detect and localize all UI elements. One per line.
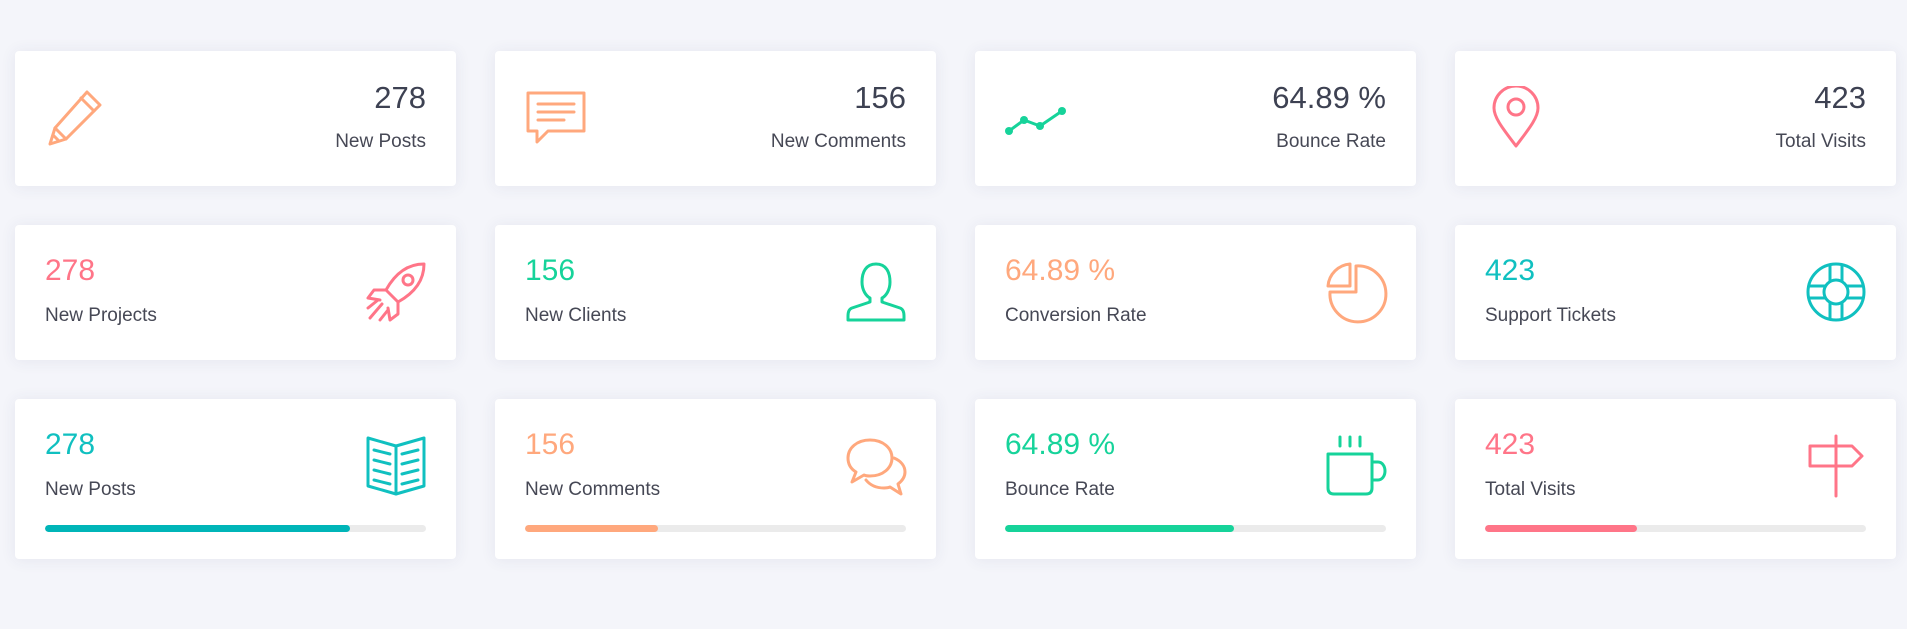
stat-label: New Clients bbox=[525, 305, 627, 326]
stat-label: New Posts bbox=[335, 131, 426, 152]
progress-bar bbox=[525, 525, 906, 532]
progress-bar bbox=[1485, 525, 1866, 532]
stat-label: Conversion Rate bbox=[1005, 305, 1147, 326]
stat-label: Bounce Rate bbox=[1005, 479, 1115, 500]
stat-value: 156 bbox=[525, 254, 576, 287]
stat-value: 64.89 % bbox=[1005, 254, 1116, 287]
stat-card-bounce-rate: 64.89 % Bounce Rate bbox=[975, 51, 1416, 186]
stat-card-new-posts: 278 New Posts bbox=[15, 51, 456, 186]
stat-label: Total Visits bbox=[1775, 131, 1866, 152]
stat-value: 423 bbox=[1485, 254, 1536, 287]
stat-value: 423 bbox=[1814, 80, 1866, 115]
cup-icon bbox=[1324, 434, 1388, 498]
progress-fill bbox=[45, 525, 350, 532]
map-pin-icon bbox=[1484, 86, 1548, 150]
graph-icon bbox=[1004, 86, 1068, 150]
pie-chart-icon bbox=[1324, 260, 1388, 324]
stat-label: Support Tickets bbox=[1485, 305, 1616, 326]
stat-card-new-clients: 156 New Clients bbox=[495, 225, 936, 360]
signpost-icon bbox=[1804, 434, 1868, 498]
stat-value: 156 bbox=[525, 428, 576, 461]
stat-card-new-comments-progress: 156 New Comments bbox=[495, 399, 936, 559]
stat-card-total-visits-progress: 423 Total Visits bbox=[1455, 399, 1896, 559]
progress-fill bbox=[1485, 525, 1638, 532]
stat-value: 278 bbox=[45, 428, 96, 461]
progress-fill bbox=[525, 525, 659, 532]
stat-card-new-projects: 278 New Projects bbox=[15, 225, 456, 360]
speech-bubble-icon bbox=[524, 86, 588, 150]
stat-label: New Projects bbox=[45, 305, 157, 326]
stat-value: 278 bbox=[45, 254, 96, 287]
stat-card-total-visits: 423 Total Visits bbox=[1455, 51, 1896, 186]
stats-grid: 278 New Posts 156 New Comments 64.89 % B… bbox=[15, 51, 1896, 559]
user-icon bbox=[844, 260, 908, 324]
stat-value: 64.89 % bbox=[1005, 428, 1116, 461]
stat-card-conversion-rate: 64.89 % Conversion Rate bbox=[975, 225, 1416, 360]
life-buoy-icon bbox=[1804, 260, 1868, 324]
stat-value: 64.89 % bbox=[1272, 80, 1386, 115]
chat-bubbles-icon bbox=[844, 434, 908, 498]
pencil-icon bbox=[44, 86, 108, 150]
stat-card-new-comments: 156 New Comments bbox=[495, 51, 936, 186]
rocket-icon bbox=[364, 260, 428, 324]
stat-card-support-tickets: 423 Support Tickets bbox=[1455, 225, 1896, 360]
stat-value: 156 bbox=[854, 80, 906, 115]
stat-label: Bounce Rate bbox=[1276, 131, 1386, 152]
progress-bar bbox=[1005, 525, 1386, 532]
stat-label: Total Visits bbox=[1485, 479, 1576, 500]
stat-label: New Posts bbox=[45, 479, 136, 500]
stat-label: New Comments bbox=[770, 131, 906, 152]
stat-value: 423 bbox=[1485, 428, 1536, 461]
progress-bar bbox=[45, 525, 426, 532]
stat-card-new-posts-progress: 278 New Posts bbox=[15, 399, 456, 559]
stat-label: New Comments bbox=[525, 479, 661, 500]
progress-fill bbox=[1005, 525, 1234, 532]
book-icon bbox=[364, 434, 428, 498]
stat-value: 278 bbox=[374, 80, 426, 115]
stat-card-bounce-rate-progress: 64.89 % Bounce Rate bbox=[975, 399, 1416, 559]
